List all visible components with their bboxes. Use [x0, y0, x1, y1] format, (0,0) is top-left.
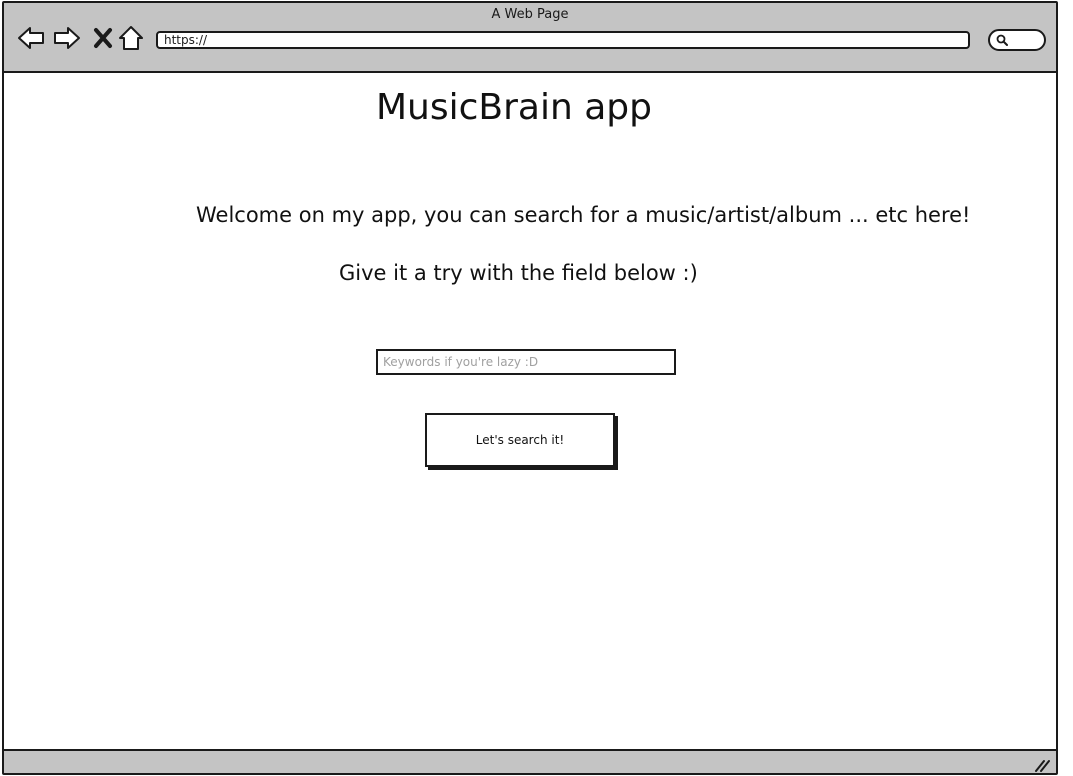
search-icon: [996, 34, 1008, 46]
back-arrow-icon[interactable]: [16, 23, 46, 53]
welcome-text: Welcome on my app, you can search for a …: [196, 203, 971, 227]
page-content: MusicBrain app Welcome on my app, you ca…: [4, 73, 1056, 749]
prompt-text: Give it a try with the field below :): [339, 261, 698, 285]
resize-grip-icon[interactable]: [1032, 757, 1050, 773]
search-button[interactable]: Let's search it!: [425, 413, 615, 467]
forward-arrow-icon[interactable]: [52, 23, 82, 53]
status-bar: [4, 749, 1056, 773]
browser-search-box[interactable]: [988, 29, 1046, 51]
address-bar[interactable]: [156, 31, 970, 49]
keywords-input[interactable]: [376, 349, 676, 375]
page-title: MusicBrain app: [375, 87, 652, 128]
window-title: A Web Page: [491, 7, 569, 22]
close-icon[interactable]: [88, 23, 118, 53]
browser-window: A Web Page https:// MusicBrain app Welco…: [2, 1, 1058, 775]
home-icon[interactable]: [116, 23, 146, 53]
browser-toolbar: A Web Page: [4, 3, 1056, 73]
